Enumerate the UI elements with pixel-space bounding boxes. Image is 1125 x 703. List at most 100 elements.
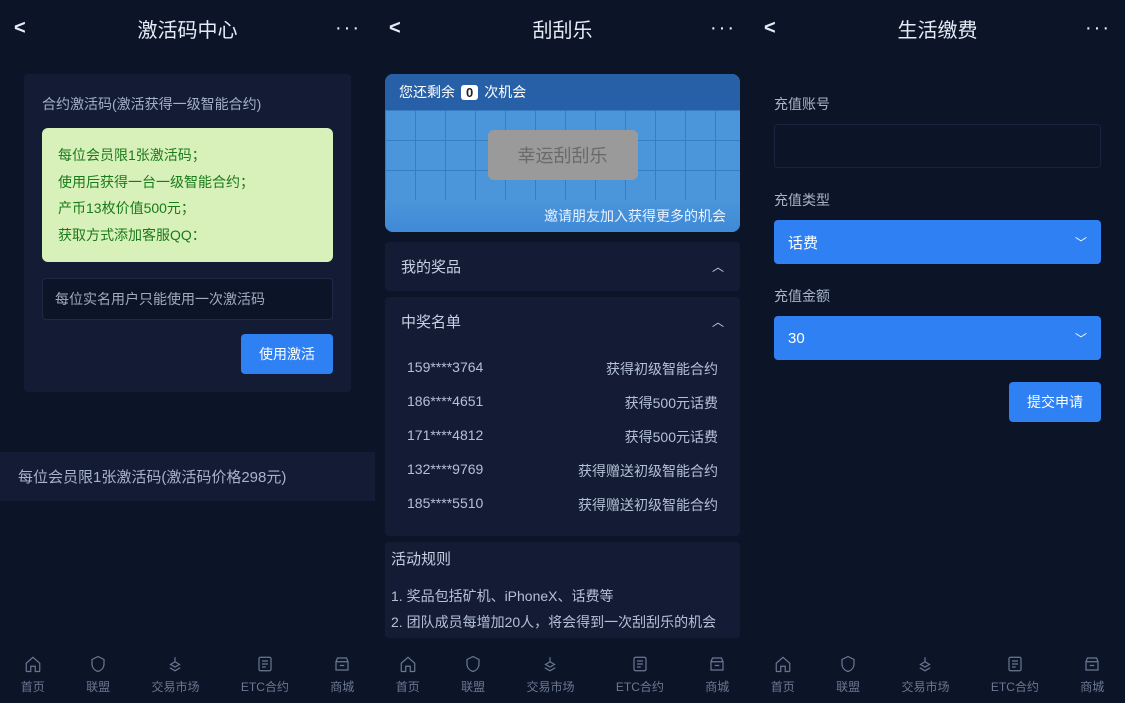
- shield-icon: [464, 655, 482, 676]
- nav-label: ETC合约: [991, 678, 1039, 695]
- scratch-label: 幸运刮刮乐: [488, 130, 638, 180]
- remain-prefix: 您还剩余: [399, 82, 455, 102]
- account-input[interactable]: [774, 124, 1101, 168]
- nav-item-0[interactable]: 首页: [396, 655, 420, 695]
- submit-button[interactable]: 提交申请: [1009, 382, 1101, 422]
- type-select[interactable]: 话费 ﹀: [774, 220, 1101, 264]
- more-button[interactable]: ···: [1081, 17, 1111, 40]
- home-icon: [399, 655, 417, 676]
- nav-label: 交易市场: [901, 678, 949, 695]
- nav-label: 商城: [705, 678, 729, 695]
- trade-icon: [166, 655, 184, 676]
- type-label: 充值类型: [774, 190, 1101, 210]
- my-prizes-section: 我的奖品 ︿: [385, 242, 740, 291]
- nav-label: ETC合约: [616, 678, 664, 695]
- nav-item-4[interactable]: 商城: [1080, 655, 1104, 695]
- section-title: 我的奖品: [401, 256, 461, 277]
- shop-icon: [333, 655, 351, 676]
- scratch-card: 您还剩余 0 次机会 幸运刮刮乐 邀请朋友加入获得更多的机会: [385, 74, 740, 232]
- winner-phone: 171****4812: [407, 427, 483, 447]
- contract-icon: [256, 655, 274, 676]
- rule-line: 1. 奖品包括矿机、iPhoneX、话费等: [391, 584, 734, 610]
- rules-section: 活动规则 1. 奖品包括矿机、iPhoneX、话费等 2. 团队成员每增加20人…: [385, 542, 740, 638]
- winners-header[interactable]: 中奖名单 ︿: [385, 297, 740, 346]
- winner-prize: 获得初级智能合约: [606, 359, 718, 379]
- nav-item-4[interactable]: 商城: [330, 655, 354, 695]
- chevron-down-icon: ﹀: [1075, 234, 1087, 251]
- chevron-down-icon: ﹀: [1075, 330, 1087, 347]
- payment-form: 充值账号 充值类型 话费 ﹀ 充值金额 30 ﹀ 提交申请: [750, 56, 1125, 422]
- topbar: < 激活码中心 ···: [0, 0, 375, 56]
- nav-item-0[interactable]: 首页: [771, 655, 795, 695]
- amount-value: 30: [788, 330, 805, 347]
- remaining-chances: 您还剩余 0 次机会: [385, 74, 740, 110]
- info-box: 每位会员限1张激活码； 使用后获得一台一级智能合约； 产币13枚价值500元； …: [42, 128, 333, 262]
- page-title: 刮刮乐: [419, 14, 706, 43]
- nav-item-3[interactable]: ETC合约: [616, 655, 664, 695]
- nav-label: 联盟: [836, 678, 860, 695]
- card-title: 合约激活码(激活获得一级智能合约): [42, 94, 333, 114]
- winners-section: 中奖名单 ︿ 159****3764获得初级智能合约186****4651获得5…: [385, 297, 740, 536]
- remain-count: 0: [461, 85, 478, 100]
- info-line: 获取方式添加客服QQ：: [58, 222, 317, 249]
- content: 您还剩余 0 次机会 幸运刮刮乐 邀请朋友加入获得更多的机会 我的奖品 ︿ 中奖…: [375, 56, 750, 703]
- back-button[interactable]: <: [764, 17, 794, 40]
- nav-item-2[interactable]: 交易市场: [151, 655, 199, 695]
- nav-item-0[interactable]: 首页: [21, 655, 45, 695]
- back-button[interactable]: <: [14, 17, 44, 40]
- amount-select[interactable]: 30 ﹀: [774, 316, 1101, 360]
- winner-row: 186****4651获得500元话费: [401, 386, 724, 420]
- shop-icon: [1083, 655, 1101, 676]
- nav-item-2[interactable]: 交易市场: [526, 655, 574, 695]
- topbar: < 刮刮乐 ···: [375, 0, 750, 56]
- content: 充值账号 充值类型 话费 ﹀ 充值金额 30 ﹀ 提交申请: [750, 56, 1125, 703]
- more-button[interactable]: ···: [331, 17, 361, 40]
- winner-prize: 获得赠送初级智能合约: [578, 495, 718, 515]
- accordion: 我的奖品 ︿ 中奖名单 ︿ 159****3764 获得初级智能合约 186****…: [385, 242, 740, 638]
- content: 合约激活码(激活获得一级智能合约) 每位会员限1张激活码； 使用后获得一台一级智…: [0, 56, 375, 703]
- trade-icon: [541, 655, 559, 676]
- type-value: 话费: [788, 232, 818, 253]
- info-line: 使用后获得一台一级智能合约；: [58, 169, 317, 196]
- more-button[interactable]: ···: [706, 17, 736, 40]
- winner-row: 185****5510 获得赠送初级智能合约: [401, 488, 724, 522]
- winner-phone: 132****9769: [407, 461, 483, 481]
- home-icon: [774, 655, 792, 676]
- winners-list: 159****3764获得初级智能合约186****4651获得500元话费17…: [385, 346, 740, 536]
- amount-label: 充值金额: [774, 286, 1101, 306]
- page-title: 生活缴费: [794, 14, 1081, 43]
- nav-item-1[interactable]: 联盟: [461, 655, 485, 695]
- bottom-nav: 首页 联盟 交易市场 ETC合约 商城: [750, 647, 1125, 703]
- nav-label: 交易市场: [526, 678, 574, 695]
- nav-item-1[interactable]: 联盟: [86, 655, 110, 695]
- nav-item-3[interactable]: ETC合约: [991, 655, 1039, 695]
- nav-label: 交易市场: [151, 678, 199, 695]
- panel-activation-center: < 激活码中心 ··· 合约激活码(激活获得一级智能合约) 每位会员限1张激活码…: [0, 0, 375, 703]
- my-prizes-header[interactable]: 我的奖品 ︿: [385, 242, 740, 291]
- winner-prize: 获得500元话费: [625, 427, 718, 447]
- back-button[interactable]: <: [389, 17, 419, 40]
- nav-label: 首页: [21, 678, 45, 695]
- nav-item-1[interactable]: 联盟: [836, 655, 860, 695]
- winner-phone: 159****3764: [407, 359, 483, 379]
- activate-button[interactable]: 使用激活: [241, 334, 333, 374]
- nav-label: 首页: [771, 678, 795, 695]
- nav-label: 联盟: [86, 678, 110, 695]
- topbar: < 生活缴费 ···: [750, 0, 1125, 56]
- rules-body: 活动规则 1. 奖品包括矿机、iPhoneX、话费等 2. 团队成员每增加20人…: [385, 542, 740, 638]
- shield-icon: [839, 655, 857, 676]
- nav-label: 商城: [330, 678, 354, 695]
- bottom-nav: 首页 联盟交易市场 ETC合约 商城: [375, 647, 750, 703]
- nav-item-4[interactable]: 商城: [705, 655, 729, 695]
- invite-text[interactable]: 邀请朋友加入获得更多的机会: [385, 200, 740, 232]
- rules-title: 活动规则: [391, 546, 734, 574]
- winner-phone: 186****4651: [407, 393, 483, 413]
- activation-code-input[interactable]: 每位实名用户只能使用一次激活码: [42, 278, 333, 320]
- info-line: 产币13枚价值500元；: [58, 195, 317, 222]
- nav-item-3[interactable]: ETC合约: [241, 655, 289, 695]
- nav-item-2[interactable]: 交易市场: [901, 655, 949, 695]
- scratch-area[interactable]: 幸运刮刮乐: [385, 110, 740, 200]
- nav-label: 首页: [396, 678, 420, 695]
- winner-row: 132****9769获得赠送初级智能合约: [401, 454, 724, 488]
- winner-phone: 185****5510: [407, 495, 483, 515]
